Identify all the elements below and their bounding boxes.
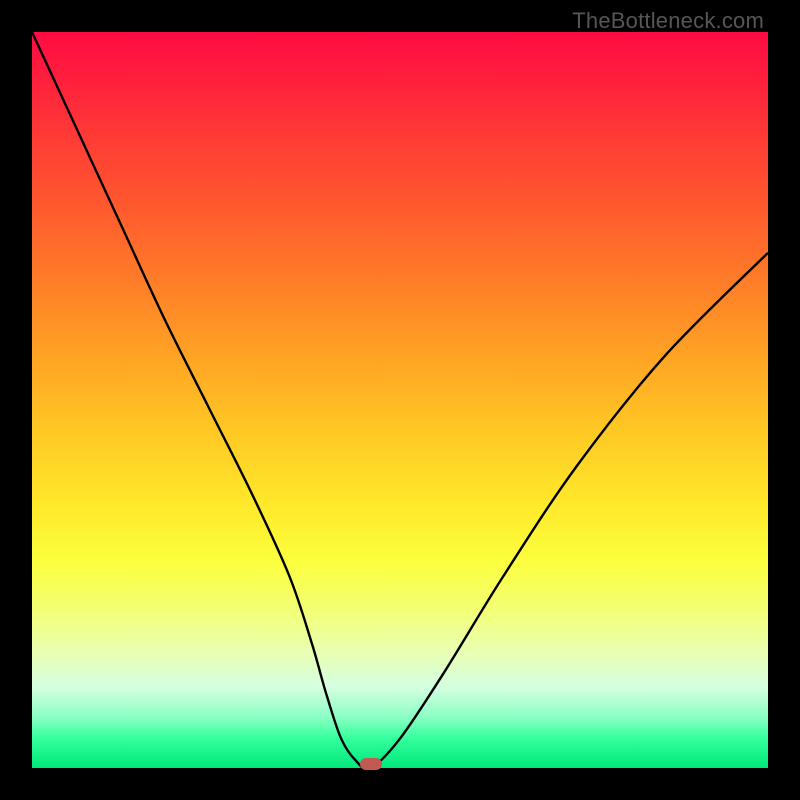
- minimum-marker: [360, 758, 382, 770]
- plot-area: [32, 32, 768, 768]
- chart-frame: TheBottleneck.com: [0, 0, 800, 800]
- watermark-label: TheBottleneck.com: [572, 8, 764, 34]
- bottleneck-curve-path: [32, 32, 768, 768]
- curve-svg: [32, 32, 768, 768]
